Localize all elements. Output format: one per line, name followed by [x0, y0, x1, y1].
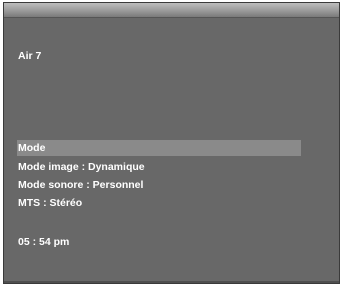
bottom-divider	[4, 281, 339, 283]
menu-item-mode-label: Mode	[18, 142, 46, 154]
top-bar	[4, 3, 339, 18]
mts-info: MTS : Stéréo	[18, 197, 83, 209]
sound-mode-info: Mode sonore : Personnel	[18, 179, 144, 191]
tv-info-panel: Air 7 Mode Mode image : Dynamique Mode s…	[3, 2, 340, 284]
picture-mode-info: Mode image : Dynamique	[18, 161, 145, 173]
clock-time: 05 : 54 pm	[18, 236, 70, 248]
channel-label: Air 7	[18, 50, 42, 62]
menu-item-mode[interactable]: Mode	[17, 140, 301, 156]
